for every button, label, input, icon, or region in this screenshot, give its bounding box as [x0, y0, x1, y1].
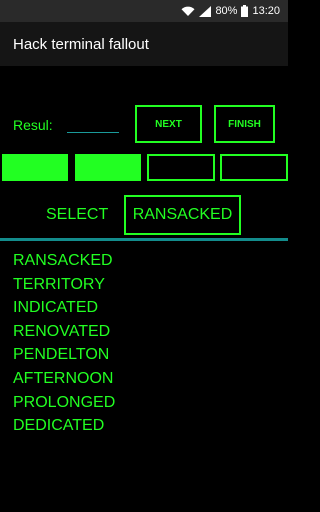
attempt-slot [75, 154, 141, 181]
word-item[interactable]: TERRITORY [13, 273, 115, 297]
attempt-slot [147, 154, 215, 181]
result-label: Resul: [13, 117, 53, 133]
word-item[interactable]: PROLONGED [13, 391, 115, 415]
app-title: Hack terminal fallout [13, 35, 149, 53]
word-item[interactable]: RENOVATED [13, 320, 115, 344]
word-item[interactable]: INDICATED [13, 296, 115, 320]
result-input[interactable] [67, 112, 119, 133]
status-bar: 80% 13:20 [0, 0, 288, 22]
clock: 13:20 [252, 5, 280, 17]
finish-button[interactable]: FINISH [214, 105, 275, 143]
word-item[interactable]: DEDICATED [13, 414, 115, 438]
divider [0, 238, 288, 241]
word-item[interactable]: PENDELTON [13, 343, 115, 367]
word-list: RANSACKED TERRITORY INDICATED RENOVATED … [13, 249, 115, 438]
selected-word-button[interactable]: RANSACKED [124, 195, 241, 235]
attempt-slot [2, 154, 68, 181]
select-label: SELECT [46, 206, 109, 223]
battery-percent: 80% [215, 5, 238, 17]
signal-icon [199, 5, 212, 17]
next-button[interactable]: NEXT [135, 105, 202, 143]
word-item[interactable]: RANSACKED [13, 249, 115, 273]
attempt-slot [220, 154, 288, 181]
word-item[interactable]: AFTERNOON [13, 367, 115, 391]
battery-icon [241, 5, 249, 17]
wifi-icon [181, 6, 195, 17]
app-bar: Hack terminal fallout [0, 22, 288, 66]
